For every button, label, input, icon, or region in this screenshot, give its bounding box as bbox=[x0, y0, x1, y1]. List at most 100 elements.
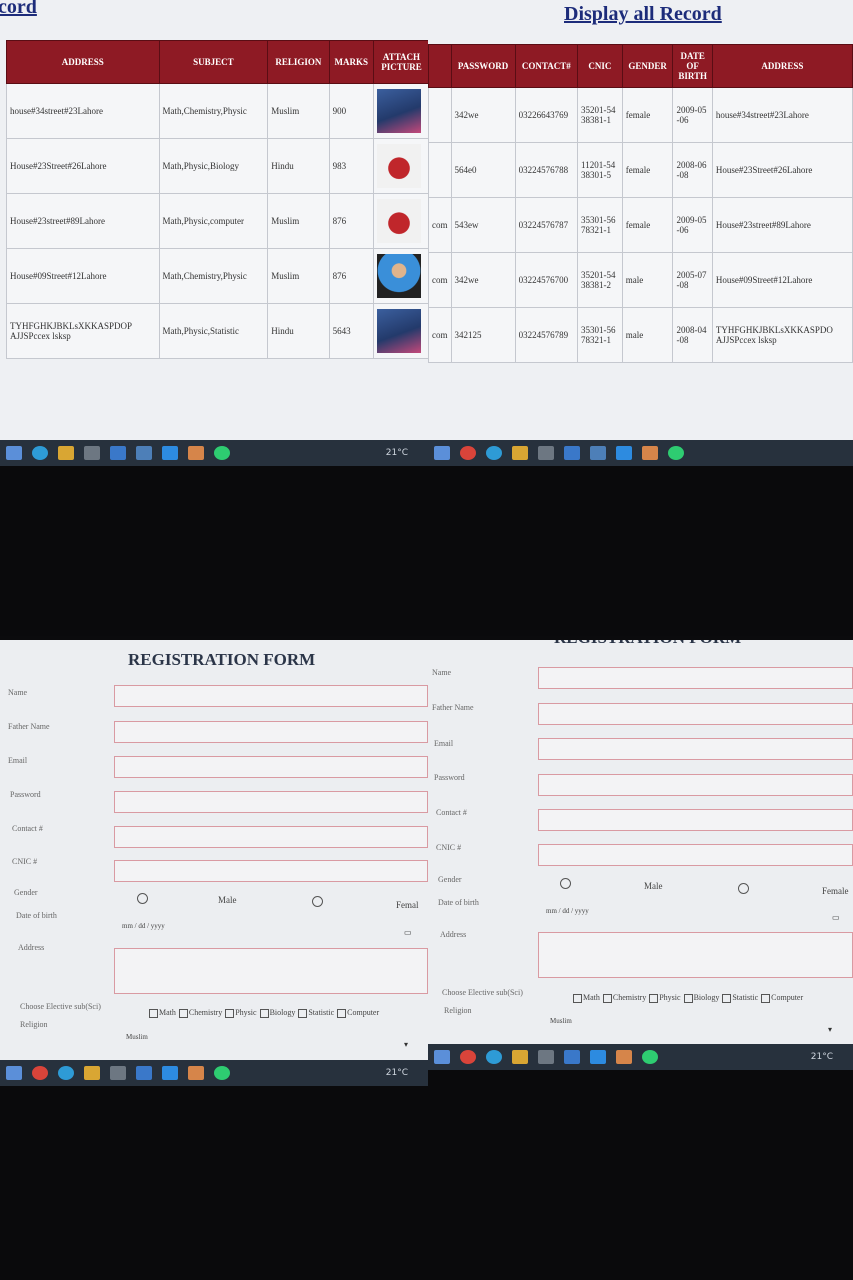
religion-select[interactable]: Muslim bbox=[550, 1017, 572, 1025]
cell-prefix: com bbox=[428, 197, 452, 253]
parrot-photo bbox=[376, 199, 421, 243]
file-explorer-icon[interactable] bbox=[512, 446, 528, 460]
religion-select[interactable]: Muslim bbox=[126, 1033, 148, 1041]
name-input[interactable] bbox=[114, 685, 428, 707]
start-icon[interactable] bbox=[6, 1066, 22, 1080]
store-icon[interactable] bbox=[136, 446, 152, 460]
mail-icon[interactable] bbox=[564, 1050, 580, 1064]
calculator-icon[interactable] bbox=[538, 446, 554, 460]
checkbox-physic[interactable] bbox=[649, 993, 659, 1003]
start-icon[interactable] bbox=[434, 1050, 450, 1064]
whatsapp-icon[interactable] bbox=[214, 1066, 230, 1080]
start-icon[interactable] bbox=[6, 446, 22, 460]
gender-female-radio[interactable] bbox=[312, 896, 323, 907]
calculator-icon[interactable] bbox=[538, 1050, 554, 1064]
file-explorer-icon[interactable] bbox=[512, 1050, 528, 1064]
file-explorer-icon[interactable] bbox=[58, 446, 74, 460]
dob-input[interactable]: mm / dd / yyyy bbox=[122, 922, 165, 930]
password-input[interactable] bbox=[538, 774, 853, 796]
password-input[interactable] bbox=[114, 791, 428, 813]
cell-date-of-birth: 2008-06-08 bbox=[672, 142, 713, 198]
whatsapp-icon[interactable] bbox=[214, 446, 230, 460]
calendar-icon[interactable]: ▭ bbox=[404, 928, 412, 937]
checkbox-math[interactable] bbox=[573, 993, 582, 1003]
subject-checkboxes[interactable]: Math Chemistry Physic Biology Statistic Compu… bbox=[146, 1008, 379, 1018]
checkbox-computer[interactable] bbox=[761, 993, 771, 1003]
name-input[interactable] bbox=[538, 667, 853, 689]
cell-marks: 876 bbox=[328, 248, 374, 304]
calculator-icon[interactable] bbox=[110, 1066, 126, 1080]
gender-male-radio[interactable] bbox=[137, 893, 148, 904]
chrome-icon[interactable] bbox=[32, 1066, 48, 1080]
calendar-icon[interactable]: ▭ bbox=[832, 913, 840, 922]
cell-date-of-birth: 2009-05-06 bbox=[672, 197, 713, 253]
gender-female-radio[interactable] bbox=[738, 883, 749, 894]
edge-icon[interactable] bbox=[486, 1050, 502, 1064]
father-name-input[interactable] bbox=[538, 703, 853, 725]
cell-address: House#09Street#12Lahore bbox=[6, 248, 160, 304]
checkbox-physic[interactable] bbox=[225, 1008, 235, 1018]
edge-icon[interactable] bbox=[58, 1066, 74, 1080]
app-icon[interactable] bbox=[616, 1050, 632, 1064]
whatsapp-icon[interactable] bbox=[668, 446, 684, 460]
chrome-icon[interactable] bbox=[460, 1050, 476, 1064]
cell-gender: male bbox=[621, 252, 674, 308]
label-email: Email bbox=[434, 739, 454, 748]
vscode-icon[interactable] bbox=[590, 1050, 606, 1064]
cell-subject: Math,Physic,Statistic bbox=[158, 303, 269, 359]
table-row: House#09Street#12Lahore Math,Chemistry,Ph… bbox=[6, 248, 428, 304]
cell-contact: 03224576788 bbox=[514, 142, 579, 198]
checkbox-chemistry[interactable] bbox=[602, 993, 612, 1003]
contact-input[interactable] bbox=[538, 809, 853, 831]
dark-background bbox=[428, 1070, 853, 1280]
dob-input[interactable]: mm / dd / yyyy bbox=[546, 907, 589, 915]
edge-icon[interactable] bbox=[486, 446, 502, 460]
mail-icon[interactable] bbox=[136, 1066, 152, 1080]
checkbox-math[interactable] bbox=[149, 1008, 158, 1018]
table-row: 564e0 03224576788 11201-5438301-5 female 200… bbox=[428, 142, 853, 198]
gender-male-radio[interactable] bbox=[560, 878, 571, 889]
label-religion: Religion bbox=[444, 1006, 472, 1015]
checkbox-chemistry[interactable] bbox=[178, 1008, 188, 1018]
vscode-icon[interactable] bbox=[162, 1066, 178, 1080]
app-icon[interactable] bbox=[188, 446, 204, 460]
father-name-input[interactable] bbox=[114, 721, 428, 743]
chrome-icon[interactable] bbox=[460, 446, 476, 460]
checkbox-statistic[interactable] bbox=[722, 993, 732, 1003]
calculator-icon[interactable] bbox=[84, 446, 100, 460]
address-textarea[interactable] bbox=[538, 932, 853, 978]
cell-marks: 900 bbox=[328, 83, 374, 139]
address-textarea[interactable] bbox=[114, 948, 428, 994]
mail-icon[interactable] bbox=[110, 446, 126, 460]
vscode-icon[interactable] bbox=[162, 446, 178, 460]
store-icon[interactable] bbox=[590, 446, 606, 460]
cell-gender: male bbox=[621, 307, 674, 363]
cell-contact: 03226643769 bbox=[514, 87, 579, 143]
app-icon[interactable] bbox=[188, 1066, 204, 1080]
cell-address: House#23Street#26Lahore bbox=[6, 138, 160, 194]
cell-password: 342we bbox=[450, 252, 516, 308]
checkbox-statistic[interactable] bbox=[298, 1008, 308, 1018]
weather-text: 21°C bbox=[810, 1052, 833, 1062]
whatsapp-icon[interactable] bbox=[642, 1050, 658, 1064]
subject-checkboxes[interactable]: Math Chemistry Physic Biology Statistic Compu… bbox=[570, 993, 803, 1003]
edge-icon[interactable] bbox=[32, 446, 48, 460]
chevron-down-icon[interactable]: ▾ bbox=[828, 1025, 832, 1034]
checkbox-biology[interactable] bbox=[259, 1008, 269, 1018]
cnic-input[interactable] bbox=[114, 860, 428, 882]
form-title: REGISTRATION FORM bbox=[554, 640, 741, 648]
chevron-down-icon[interactable]: ▾ bbox=[404, 1040, 408, 1049]
cnic-input[interactable] bbox=[538, 844, 853, 866]
email-input[interactable] bbox=[538, 738, 853, 760]
email-input[interactable] bbox=[114, 756, 428, 778]
cell-password: 543ew bbox=[450, 197, 516, 253]
checkbox-computer[interactable] bbox=[337, 1008, 347, 1018]
mail-icon[interactable] bbox=[564, 446, 580, 460]
header-gender: GENDER bbox=[621, 44, 674, 88]
checkbox-biology[interactable] bbox=[683, 993, 693, 1003]
vscode-icon[interactable] bbox=[616, 446, 632, 460]
contact-input[interactable] bbox=[114, 826, 428, 848]
start-icon[interactable] bbox=[434, 446, 450, 460]
file-explorer-icon[interactable] bbox=[84, 1066, 100, 1080]
app-icon[interactable] bbox=[642, 446, 658, 460]
